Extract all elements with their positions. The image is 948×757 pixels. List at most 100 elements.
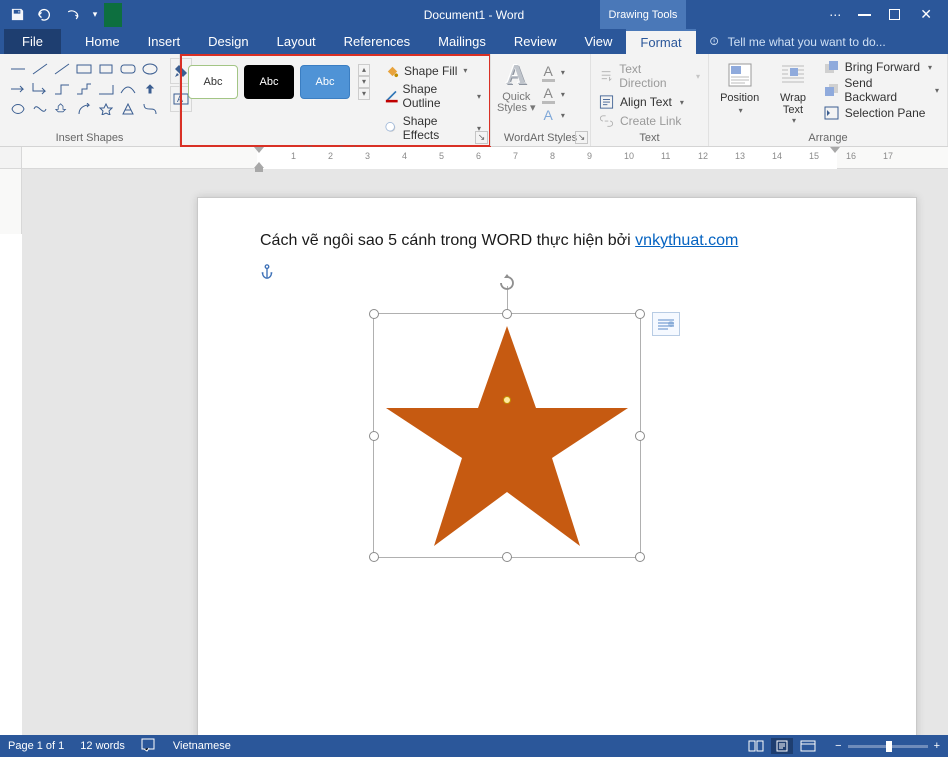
addin-icon[interactable] xyxy=(104,3,122,27)
text-fill-button[interactable]: A▾ xyxy=(542,63,565,82)
ruler-tick: 9 xyxy=(587,151,592,161)
read-mode-button[interactable] xyxy=(745,738,767,754)
hyperlink[interactable]: vnkythuat.com xyxy=(635,232,738,249)
style-preset-3[interactable]: Abc xyxy=(300,65,350,99)
redo-button[interactable] xyxy=(60,3,86,27)
horizontal-ruler[interactable]: 1234567891011121314151617 xyxy=(22,147,948,169)
layout-options-button[interactable] xyxy=(652,312,680,336)
tab-insert[interactable]: Insert xyxy=(134,29,195,54)
ruler-corner xyxy=(0,147,22,169)
status-language[interactable]: Vietnamese xyxy=(173,740,231,752)
ruler-tick: 15 xyxy=(809,151,819,161)
qat-customize[interactable]: ▾ xyxy=(88,3,102,27)
text-effects-button[interactable]: A▾ xyxy=(542,107,565,123)
web-layout-button[interactable] xyxy=(797,738,819,754)
group-label-insert-shapes: Insert Shapes xyxy=(6,130,173,144)
page: Cách vẽ ngôi sao 5 cánh trong WORD thực … xyxy=(197,197,917,735)
resize-handle-se[interactable] xyxy=(635,552,645,562)
tab-file[interactable]: File xyxy=(4,29,61,54)
ruler-tick: 2 xyxy=(328,151,333,161)
resize-handle-sw[interactable] xyxy=(369,552,379,562)
undo-button[interactable] xyxy=(32,3,58,27)
ribbon-options-button[interactable]: ⋯ xyxy=(824,8,846,22)
zoom-out-button[interactable]: − xyxy=(835,740,841,752)
zoom-slider[interactable] xyxy=(848,745,928,748)
ruler-tick: 17 xyxy=(883,151,893,161)
style-gallery-spinner[interactable]: ▴▾▾ xyxy=(358,64,370,100)
shapes-gallery[interactable] xyxy=(6,58,162,120)
document-text[interactable]: Cách vẽ ngôi sao 5 cánh trong WORD thực … xyxy=(260,232,738,250)
tell-me-label: Tell me what you want to do... xyxy=(728,35,886,49)
tab-layout[interactable]: Layout xyxy=(263,29,330,54)
shape-outline-button[interactable]: Shape Outline▾ xyxy=(382,81,484,111)
shape-style-gallery[interactable]: Abc Abc Abc ▴▾▾ xyxy=(186,58,372,106)
minimize-button[interactable] xyxy=(852,10,877,20)
ribbon: A Insert Shapes Abc Abc Abc ▴▾▾ Shape Fi… xyxy=(0,54,948,147)
tell-me-search[interactable]: Tell me what you want to do... xyxy=(696,29,898,54)
ruler-tick: 3 xyxy=(365,151,370,161)
tab-references[interactable]: References xyxy=(330,29,424,54)
tab-format[interactable]: Format xyxy=(626,29,695,54)
resize-handle-nw[interactable] xyxy=(369,309,379,319)
ruler-tick: 7 xyxy=(513,151,518,161)
wrap-text-button[interactable]: WrapText ▾ xyxy=(768,58,817,127)
text-direction-button[interactable]: Text Direction▾ xyxy=(599,61,700,91)
shape-selection[interactable] xyxy=(373,313,641,558)
shape-effects-button[interactable]: Shape Effects▾ xyxy=(382,113,484,143)
ruler-tick: 4 xyxy=(402,151,407,161)
tab-review[interactable]: Review xyxy=(500,29,571,54)
shape-fill-button[interactable]: Shape Fill▾ xyxy=(382,62,484,79)
quick-styles-label: QuickStyles ▾ xyxy=(497,92,536,114)
ribbon-tabs: File Home Insert Design Layout Reference… xyxy=(0,29,948,54)
align-text-button[interactable]: Align Text▾ xyxy=(599,94,700,110)
group-arrange: Position▾ WrapText ▾ Bring Forward▾ Send… xyxy=(709,54,948,146)
tab-design[interactable]: Design xyxy=(194,29,262,54)
shape-styles-launcher[interactable]: ↘ xyxy=(475,131,488,144)
group-wordart-styles: A QuickStyles ▾ A▾ A▾ A▾ WordArt Styles … xyxy=(491,54,591,146)
ruler-tick: 10 xyxy=(624,151,634,161)
wordart-quick-styles[interactable]: A xyxy=(506,60,526,92)
maximize-button[interactable] xyxy=(883,7,906,22)
tab-mailings[interactable]: Mailings xyxy=(424,29,500,54)
style-preset-2[interactable]: Abc xyxy=(244,65,294,99)
star-shape[interactable] xyxy=(380,320,634,552)
send-backward-button[interactable]: Send Backward▾ xyxy=(822,76,941,104)
ruler-tick: 13 xyxy=(735,151,745,161)
selection-pane-button[interactable]: Selection Pane xyxy=(822,106,941,120)
resize-handle-w[interactable] xyxy=(369,431,379,441)
print-layout-button[interactable] xyxy=(771,738,793,754)
create-link-button[interactable]: Create Link xyxy=(599,113,700,129)
ruler-tick: 6 xyxy=(476,151,481,161)
group-label-arrange: Arrange xyxy=(715,130,941,144)
resize-handle-s[interactable] xyxy=(502,552,512,562)
title-bar: ▾ Document1 - Word Drawing Tools ⋯ ✕ xyxy=(0,0,948,29)
resize-handle-e[interactable] xyxy=(635,431,645,441)
ruler-tick: 11 xyxy=(661,151,670,161)
tab-home[interactable]: Home xyxy=(71,29,134,54)
wordart-launcher[interactable]: ↘ xyxy=(575,131,588,144)
status-proofing-icon[interactable] xyxy=(141,738,157,755)
ruler-tick: 8 xyxy=(550,151,555,161)
position-button[interactable]: Position▾ xyxy=(715,58,764,119)
close-button[interactable]: ✕ xyxy=(912,6,940,23)
bring-forward-button[interactable]: Bring Forward▾ xyxy=(822,60,941,74)
anchor-icon xyxy=(260,264,274,283)
text-outline-button[interactable]: A▾ xyxy=(542,85,565,104)
save-button[interactable] xyxy=(4,3,30,27)
tab-view[interactable]: View xyxy=(570,29,626,54)
ruler-tick: 14 xyxy=(772,151,782,161)
vertical-ruler[interactable] xyxy=(0,169,22,735)
shape-adjust-handle[interactable] xyxy=(503,396,511,404)
status-page[interactable]: Page 1 of 1 xyxy=(8,740,64,752)
group-shape-styles: Abc Abc Abc ▴▾▾ Shape Fill▾ Shape Outlin… xyxy=(180,54,491,146)
ruler-tick: 12 xyxy=(698,151,708,161)
zoom-in-button[interactable]: + xyxy=(934,740,940,752)
style-preset-1[interactable]: Abc xyxy=(188,65,238,99)
rotate-handle[interactable] xyxy=(498,274,516,292)
page-canvas[interactable]: Cách vẽ ngôi sao 5 cánh trong WORD thực … xyxy=(22,169,948,735)
ruler-tick: 16 xyxy=(846,151,856,161)
status-words[interactable]: 12 words xyxy=(80,740,125,752)
zoom-control[interactable]: − + xyxy=(835,740,940,752)
resize-handle-n[interactable] xyxy=(502,309,512,319)
resize-handle-ne[interactable] xyxy=(635,309,645,319)
